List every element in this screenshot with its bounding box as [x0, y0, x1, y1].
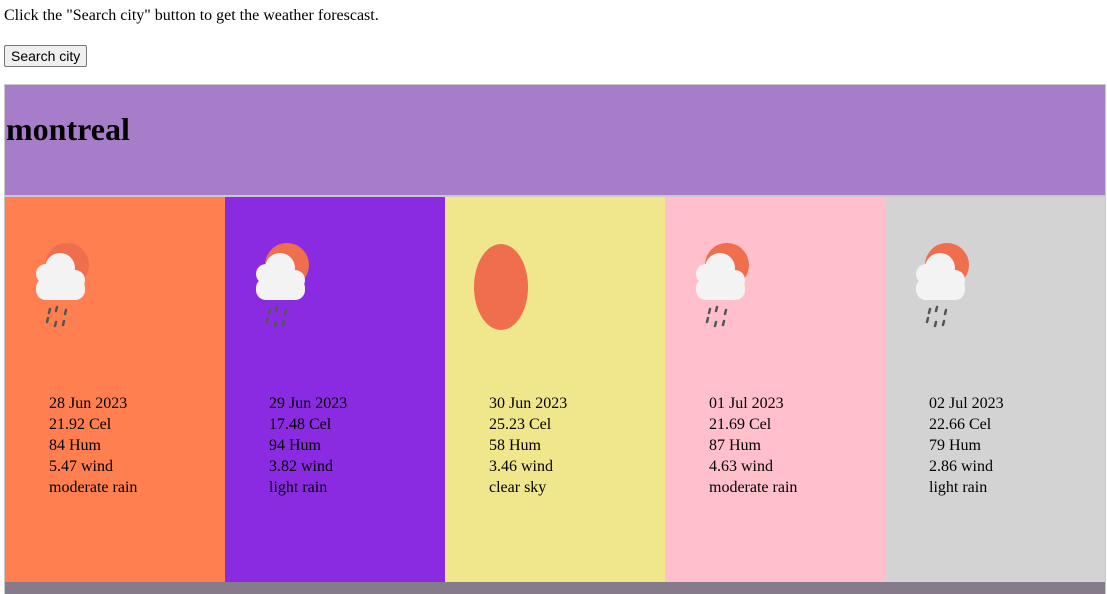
- weather-widget: montreal 28 Jun 2023 21.92 Cel 84 Hum 5.…: [4, 84, 1106, 594]
- day-description: light rain: [269, 479, 328, 496]
- city-header: montreal: [5, 85, 1105, 197]
- forecast-day: 01 Jul 2023 21.69 Cel 87 Hum 4.63 wind m…: [665, 197, 885, 582]
- day-date: 28 Jun 2023: [49, 395, 128, 412]
- day-description: moderate rain: [49, 479, 138, 496]
- forecast-days: 28 Jun 2023 21.92 Cel 84 Hum 5.47 wind m…: [5, 197, 1105, 582]
- day-temperature: 21.69 Cel: [709, 416, 772, 433]
- day-wind: 2.86 wind: [929, 458, 993, 475]
- day-humidity: 84 Hum: [49, 437, 101, 454]
- day-humidity: 58 Hum: [489, 437, 541, 454]
- day-description: clear sky: [489, 479, 547, 496]
- forecast-day: 30 Jun 2023 25.23 Cel 58 Hum 3.46 wind c…: [445, 197, 665, 582]
- day-temperature: 21.92 Cel: [49, 416, 112, 433]
- day-wind: 3.46 wind: [489, 458, 553, 475]
- day-date: 30 Jun 2023: [489, 395, 568, 412]
- day-humidity: 87 Hum: [709, 437, 761, 454]
- rain-cloud-sun-icon: [27, 237, 97, 337]
- day-description: light rain: [929, 479, 988, 496]
- day-info: 01 Jul 2023 21.69 Cel 87 Hum 4.63 wind m…: [709, 393, 797, 498]
- day-info: 28 Jun 2023 21.92 Cel 84 Hum 5.47 wind m…: [49, 393, 137, 498]
- day-date: 02 Jul 2023: [929, 395, 1004, 412]
- rain-cloud-sun-icon: [687, 237, 757, 337]
- forecast-day: 29 Jun 2023 17.48 Cel 94 Hum 3.82 wind l…: [225, 197, 445, 582]
- day-temperature: 22.66 Cel: [929, 416, 992, 433]
- day-description: moderate rain: [709, 479, 798, 496]
- day-date: 01 Jul 2023: [709, 395, 784, 412]
- day-wind: 4.63 wind: [709, 458, 773, 475]
- day-humidity: 79 Hum: [929, 437, 981, 454]
- intro-text: Click the "Search city" button to get th…: [4, 7, 379, 24]
- day-wind: 5.47 wind: [49, 458, 113, 475]
- forecast-day: 28 Jun 2023 21.92 Cel 84 Hum 5.47 wind m…: [5, 197, 225, 582]
- sun-icon: [467, 237, 537, 337]
- day-temperature: 17.48 Cel: [269, 416, 332, 433]
- search-city-button[interactable]: Search city: [4, 45, 88, 67]
- footer-bar: [5, 582, 1105, 594]
- forecast-day: 02 Jul 2023 22.66 Cel 79 Hum 2.86 wind l…: [885, 197, 1105, 582]
- page: Click the "Search city" button to get th…: [0, 0, 1107, 594]
- day-info: 02 Jul 2023 22.66 Cel 79 Hum 2.86 wind l…: [929, 393, 1004, 498]
- city-name: montreal: [6, 111, 130, 147]
- day-info: 30 Jun 2023 25.23 Cel 58 Hum 3.46 wind c…: [489, 393, 567, 498]
- rain-cloud-sun-icon: [907, 237, 977, 337]
- day-humidity: 94 Hum: [269, 437, 321, 454]
- day-date: 29 Jun 2023: [269, 395, 348, 412]
- day-temperature: 25.23 Cel: [489, 416, 552, 433]
- day-wind: 3.82 wind: [269, 458, 333, 475]
- day-info: 29 Jun 2023 17.48 Cel 94 Hum 3.82 wind l…: [269, 393, 347, 498]
- rain-cloud-sun-icon: [247, 237, 317, 337]
